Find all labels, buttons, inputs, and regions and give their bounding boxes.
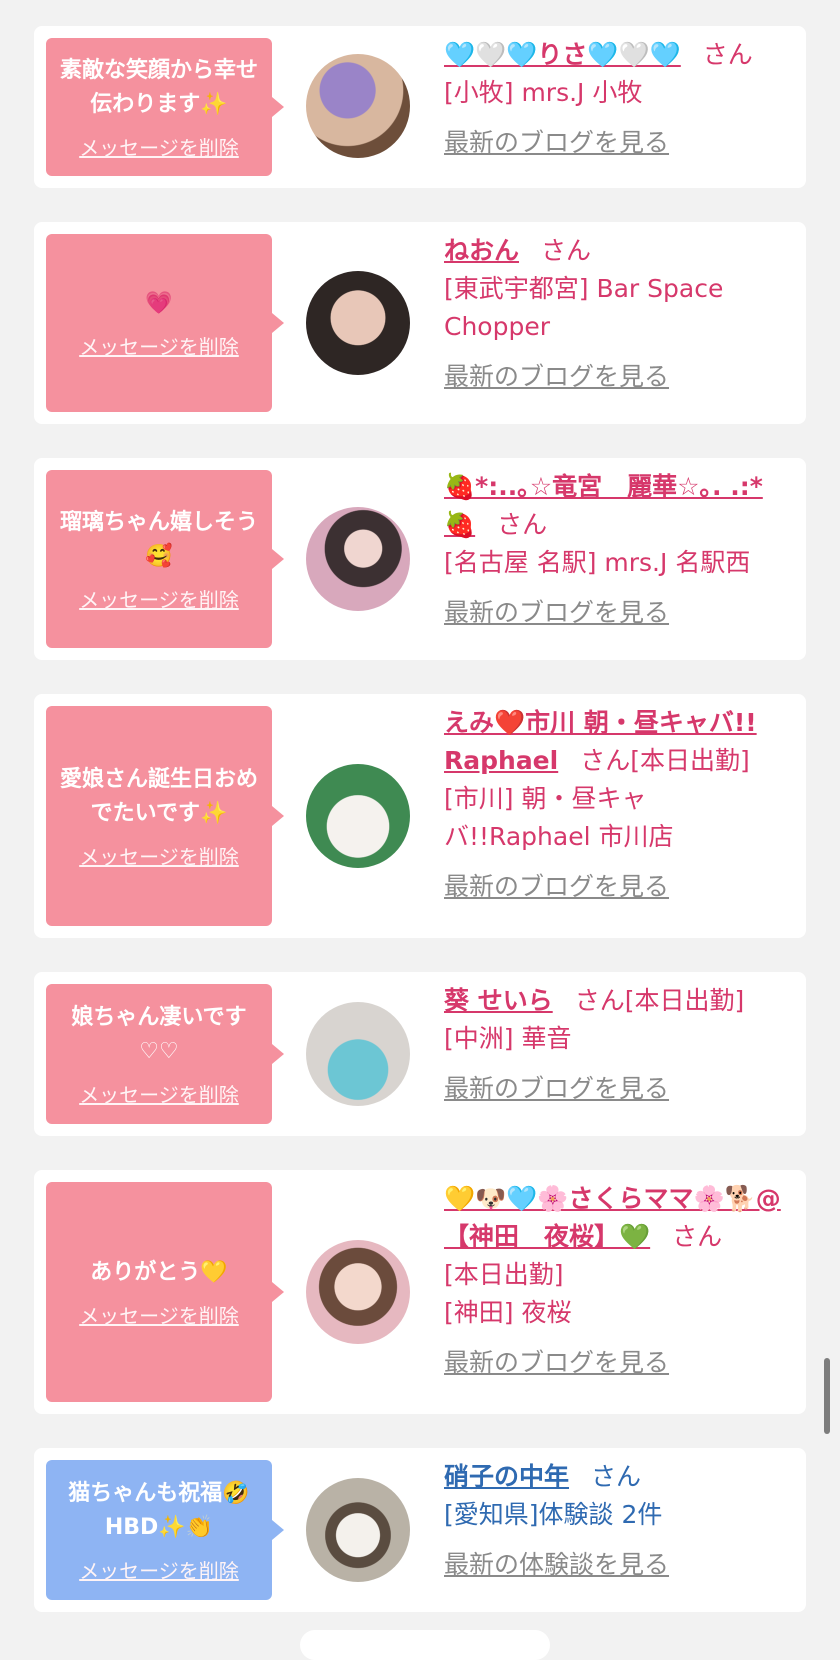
delete-message-link[interactable]: メッセージを削除	[79, 1079, 239, 1108]
avatar[interactable]	[306, 54, 410, 158]
message-card: 娘ちゃん凄いです♡♡ メッセージを削除 葵 せいら さん[本日出勤] [中洲] 華…	[34, 972, 806, 1136]
bottom-bar	[300, 1630, 550, 1660]
profile-name-link[interactable]: 💛🐶🩵🌸さくらママ🌸🐕@【神田 夜桜】💚	[444, 1184, 781, 1251]
honorific: さん	[574, 986, 625, 1015]
shop-info: [愛知県]体験談 2件	[444, 1500, 663, 1529]
latest-review-link[interactable]: 最新の体験談を見る	[444, 1546, 789, 1584]
honorific: さん	[541, 236, 592, 265]
delete-message-link[interactable]: メッセージを削除	[79, 1555, 239, 1584]
shop-info: [神田] 夜桜	[444, 1298, 572, 1327]
message-text: 娘ちゃん凄いです♡♡	[71, 1004, 247, 1064]
attendance-status: [本日出勤]	[444, 1260, 564, 1289]
message-text: 素敵な笑顔から幸せ伝わります✨	[59, 57, 258, 117]
profile-info: 葵 せいら さん[本日出勤] [中洲] 華音 最新のブログを見る	[444, 982, 789, 1108]
honorific: さん	[702, 40, 753, 69]
honorific: さん	[497, 510, 548, 539]
avatar[interactable]	[306, 764, 410, 868]
delete-message-link[interactable]: メッセージを削除	[79, 584, 239, 613]
profile-name-link[interactable]: 硝子の中年	[444, 1462, 569, 1491]
profile-name-link[interactable]: 🍓*:..｡☆竜宮 麗華☆｡. .:*🍓	[444, 472, 763, 539]
shop-info: [小牧] mrs.J 小牧	[444, 78, 643, 107]
message-card: 瑠璃ちゃん嬉しそう🥰 メッセージを削除 🍓*:..｡☆竜宮 麗華☆｡. .:*🍓…	[34, 458, 806, 660]
delete-message-link[interactable]: メッセージを削除	[79, 1300, 239, 1329]
honorific: さん	[591, 1462, 642, 1491]
avatar[interactable]	[306, 1478, 410, 1582]
message-bubble: 娘ちゃん凄いです♡♡ メッセージを削除	[46, 984, 284, 1124]
message-bubble: 猫ちゃんも祝福🤣HBD✨👏 メッセージを削除	[46, 1460, 284, 1600]
message-text: 猫ちゃんも祝福🤣HBD✨👏	[68, 1480, 250, 1540]
message-text: 瑠璃ちゃん嬉しそう🥰	[59, 509, 258, 569]
latest-blog-link[interactable]: 最新のブログを見る	[444, 1344, 789, 1382]
avatar[interactable]	[306, 1240, 410, 1344]
avatar[interactable]	[306, 507, 410, 611]
profile-info: ねおん さん [東武宇都宮] Bar Space Chopper 最新のブログを見…	[444, 232, 789, 396]
message-bubble: 素敵な笑顔から幸せ伝わります✨ メッセージを削除	[46, 38, 284, 176]
attendance-status: [本日出勤]	[630, 746, 750, 775]
honorific: さん	[580, 746, 631, 775]
profile-info: 硝子の中年 さん [愛知県]体験談 2件 最新の体験談を見る	[444, 1458, 789, 1584]
profile-info: えみ❤️市川 朝・昼キャバ!! Raphael さん[本日出勤] [市川] 朝・昼…	[444, 704, 789, 906]
latest-blog-link[interactable]: 最新のブログを見る	[444, 124, 789, 162]
message-bubble: 💗 メッセージを削除	[46, 234, 284, 412]
message-text: ありがとう💛	[90, 1259, 228, 1285]
message-bubble: 愛娘さん誕生日おめでたいです✨ メッセージを削除	[46, 706, 284, 926]
profile-info: 💛🐶🩵🌸さくらママ🌸🐕@【神田 夜桜】💚 さん [本日出勤] [神田] 夜桜 最新…	[444, 1180, 789, 1382]
avatar[interactable]	[306, 271, 410, 375]
profile-name-link[interactable]: 🩵🤍🩵りさ🩵🤍🩵	[444, 40, 681, 69]
message-text: 愛娘さん誕生日おめでたいです✨	[59, 766, 258, 826]
profile-name-link[interactable]: ねおん	[444, 236, 519, 265]
message-bubble: ありがとう💛 メッセージを削除	[46, 1182, 284, 1402]
profile-name-link[interactable]: 葵 せいら	[444, 986, 553, 1015]
message-card: 愛娘さん誕生日おめでたいです✨ メッセージを削除 えみ❤️市川 朝・昼キャバ!!…	[34, 694, 806, 938]
message-card: 素敵な笑顔から幸せ伝わります✨ メッセージを削除 🩵🤍🩵りさ🩵🤍🩵 さん [小牧]…	[34, 26, 806, 188]
shop-info: [市川] 朝・昼キャバ!!Raphael 市川店	[444, 784, 674, 851]
honorific: さん	[672, 1222, 723, 1251]
attendance-status: [本日出勤]	[624, 986, 745, 1015]
message-card: 💗 メッセージを削除 ねおん さん [東武宇都宮] Bar Space Chopp…	[34, 222, 806, 424]
delete-message-link[interactable]: メッセージを削除	[79, 841, 239, 870]
shop-info: [中洲] 華音	[444, 1024, 572, 1053]
profile-info: 🍓*:..｡☆竜宮 麗華☆｡. .:*🍓 さん [名古屋 名駅] mrs.J 名駅…	[444, 468, 789, 632]
message-bubble: 瑠璃ちゃん嬉しそう🥰 メッセージを削除	[46, 470, 284, 648]
message-card: ありがとう💛 メッセージを削除 💛🐶🩵🌸さくらママ🌸🐕@【神田 夜桜】💚 さん […	[34, 1170, 806, 1414]
shop-info: [名古屋 名駅] mrs.J 名駅西	[444, 548, 751, 577]
message-text: 💗	[145, 290, 173, 316]
profile-info: 🩵🤍🩵りさ🩵🤍🩵 さん [小牧] mrs.J 小牧 最新のブログを見る	[444, 36, 789, 162]
latest-blog-link[interactable]: 最新のブログを見る	[444, 358, 789, 396]
message-card: 猫ちゃんも祝福🤣HBD✨👏 メッセージを削除 硝子の中年 さん [愛知県]体験談 …	[34, 1448, 806, 1612]
scrollbar[interactable]	[824, 1358, 830, 1434]
shop-info: [東武宇都宮] Bar Space Chopper	[444, 274, 724, 341]
latest-blog-link[interactable]: 最新のブログを見る	[444, 1070, 789, 1108]
latest-blog-link[interactable]: 最新のブログを見る	[444, 868, 789, 906]
delete-message-link[interactable]: メッセージを削除	[79, 331, 239, 360]
delete-message-link[interactable]: メッセージを削除	[79, 132, 239, 161]
latest-blog-link[interactable]: 最新のブログを見る	[444, 594, 789, 632]
avatar[interactable]	[306, 1002, 410, 1106]
